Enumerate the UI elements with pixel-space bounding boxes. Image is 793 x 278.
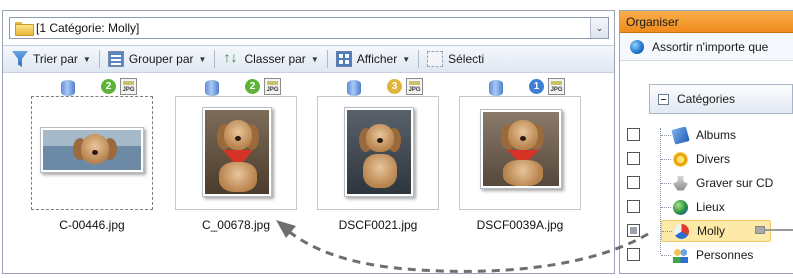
category-checkbox-personnes[interactable] <box>627 248 640 261</box>
thumbnail-frame <box>317 96 439 210</box>
thumbnail-frame <box>175 96 297 210</box>
rating-badge: 1 <box>529 79 544 94</box>
thumbnail-frame <box>31 96 153 210</box>
rating-badge: 2 <box>101 79 116 94</box>
arrange-by-button[interactable]: Classer par ▼ <box>218 48 323 70</box>
thumbnail-filename: DSCF0021.jpg <box>338 218 418 232</box>
category-label: Lieux <box>696 200 725 214</box>
category-checkbox-graver[interactable] <box>627 176 640 189</box>
categories-label: Catégories <box>677 92 736 106</box>
people-icon <box>673 247 688 263</box>
category-label: Divers <box>696 152 731 166</box>
folder-icon <box>15 22 34 36</box>
group-by-label: Grouper par <box>128 52 194 66</box>
thumbnail-grid: 2 JPG C-00446.jpg 2 JPG C_00678.jpg 3 JP… <box>3 74 614 273</box>
filter-icon <box>12 51 28 67</box>
thumbnail-filename: C_00678.jpg <box>201 218 271 232</box>
category-label: Molly <box>697 224 726 238</box>
toolbar-separator <box>326 50 328 68</box>
thumbnail-badges: 2 JPG <box>31 74 153 98</box>
categories-header[interactable]: Catégories <box>649 84 793 114</box>
thumbnail-badges: 3 JPG <box>317 74 439 98</box>
rating-badge: 2 <box>245 79 260 94</box>
thumbnail-badges: 2 JPG <box>175 74 297 98</box>
category-checkbox-molly[interactable] <box>627 224 640 237</box>
tree-connector <box>661 134 671 136</box>
photo-image <box>344 107 414 197</box>
match-any-option[interactable]: Assortir n'importe que <box>620 33 793 61</box>
database-icon <box>489 80 503 96</box>
category-item-divers[interactable]: Divers <box>661 148 793 170</box>
arrange-by-label: Classer par <box>244 52 306 66</box>
thumbnail-filename: C-00446.jpg <box>59 218 125 232</box>
category-path-text: [1 Catégorie: Molly] <box>36 21 140 35</box>
select-label: Sélecti <box>448 52 485 66</box>
category-checkbox-divers[interactable] <box>627 152 640 165</box>
select-button[interactable]: Sélecti <box>422 48 489 70</box>
database-icon <box>205 80 219 96</box>
burn-cd-icon <box>673 175 688 191</box>
toolbar-separator <box>418 50 420 68</box>
tree-connector <box>661 158 671 160</box>
tree-connector <box>661 182 671 184</box>
jpg-file-icon: JPG <box>406 78 423 95</box>
drag-line <box>765 229 793 231</box>
database-icon <box>347 80 361 96</box>
match-any-label: Assortir n'importe que <box>652 39 769 54</box>
category-item-graver-sur-cd[interactable]: Graver sur CD <box>661 172 793 194</box>
sort-by-button[interactable]: Trier par ▼ <box>7 48 96 70</box>
rating-badge: 3 <box>387 79 402 94</box>
divers-icon <box>673 151 688 167</box>
view-label: Afficher <box>356 52 398 66</box>
thumbnail-badges: 1 JPG <box>459 74 581 98</box>
category-checkbox-lieux[interactable] <box>627 200 640 213</box>
group-by-button[interactable]: Grouper par ▼ <box>103 48 212 70</box>
collapse-icon <box>658 93 669 105</box>
molly-category-icon <box>674 223 689 239</box>
category-item-albums[interactable]: Albums <box>661 124 793 146</box>
database-icon <box>61 80 75 96</box>
photo-image <box>40 127 144 173</box>
category-item-lieux[interactable]: Lieux <box>661 196 793 218</box>
tree-connector <box>662 230 672 232</box>
category-checkbox-albums[interactable] <box>627 128 640 141</box>
chevron-down-icon: ▼ <box>310 54 319 64</box>
sort-by-label: Trier par <box>33 52 78 66</box>
view-icon <box>335 51 352 67</box>
globe-icon <box>673 199 688 215</box>
group-icon <box>107 51 124 67</box>
category-label: Graver sur CD <box>696 176 774 190</box>
sort-arrows-icon <box>223 49 239 67</box>
photo-image <box>202 107 272 197</box>
thumbnail-frame <box>459 96 581 210</box>
tree-connector <box>661 254 671 256</box>
chevron-down-icon: ▼ <box>402 54 411 64</box>
photo-image <box>480 109 562 189</box>
jpg-file-icon: JPG <box>548 78 565 95</box>
category-label: Albums <box>696 128 737 142</box>
chevron-down-icon: ▼ <box>198 54 207 64</box>
match-globe-icon <box>630 39 644 54</box>
jpg-file-icon: JPG <box>120 78 137 95</box>
path-dropdown-button[interactable]: ⌄ <box>590 18 608 38</box>
tree-connector <box>661 206 671 208</box>
view-button[interactable]: Afficher ▼ <box>331 48 415 70</box>
toolbar: Trier par ▼ Grouper par ▼ Classer par ▼ … <box>3 45 614 73</box>
category-item-personnes[interactable]: Personnes <box>661 244 793 266</box>
drag-marker <box>755 226 765 234</box>
select-icon <box>427 51 444 67</box>
toolbar-separator <box>214 50 216 68</box>
chevron-down-icon: ▼ <box>82 54 91 64</box>
organizer-header: Organiser <box>620 11 793 33</box>
jpg-file-icon: JPG <box>264 78 281 95</box>
toolbar-separator <box>98 50 100 68</box>
thumbnail-filename: DSCF0039A.jpg <box>476 218 564 232</box>
category-label: Personnes <box>696 248 754 262</box>
category-path-bar[interactable]: [1 Catégorie: Molly] ⌄ <box>9 17 609 39</box>
albums-icon <box>671 125 690 145</box>
photo-browser-panel: [1 Catégorie: Molly] ⌄ Trier par ▼ Group… <box>2 10 615 274</box>
